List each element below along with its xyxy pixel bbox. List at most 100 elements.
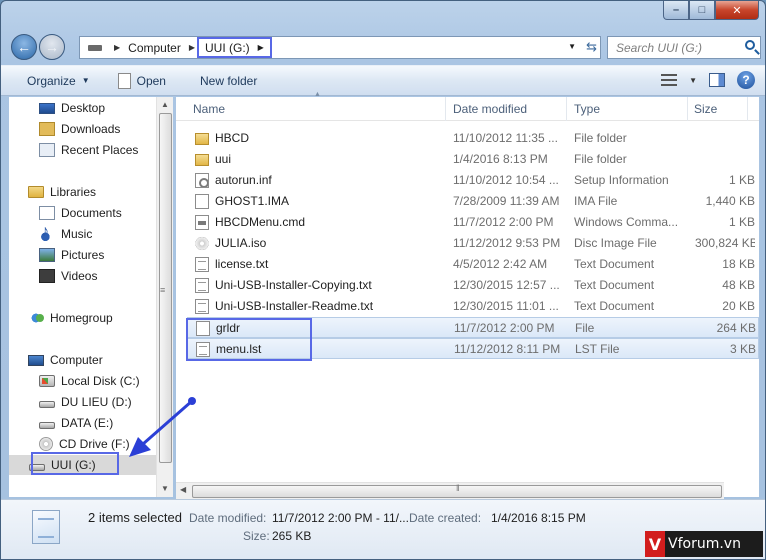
column-type[interactable]: Type	[568, 97, 688, 121]
back-button[interactable]: ←	[11, 34, 37, 60]
nav-item-data-e[interactable]: DATA (E:)	[39, 413, 113, 433]
nav-item-label: DU LIEU (D:)	[61, 395, 132, 409]
column-date-modified[interactable]: Date modified	[447, 97, 567, 121]
organize-button[interactable]: Organize ▼	[19, 66, 98, 95]
nav-item-videos[interactable]: Videos	[39, 266, 97, 286]
file-date-modified: 11/12/2012 8:11 PM	[454, 342, 561, 356]
file-size: 48 KB	[722, 278, 755, 292]
new-folder-button[interactable]: New folder	[192, 66, 265, 95]
file-type: Text Document	[574, 257, 655, 271]
file-list: ▲ Name Date modified Type Size HBCD 11/10…	[176, 91, 759, 497]
file-name: JULIA.iso	[215, 236, 267, 250]
file-row[interactable]: license.txt 4/5/2012 2:42 AM Text Document…	[187, 254, 759, 275]
nav-item-computer[interactable]: Computer	[28, 350, 103, 370]
nav-highlight-box	[31, 452, 119, 475]
change-view-icon[interactable]	[661, 74, 678, 86]
file-row[interactable]: HBCD 11/10/2012 11:35 ... File folder	[187, 128, 759, 149]
file-row[interactable]: Uni-USB-Installer-Copying.txt 12/30/2015 …	[187, 275, 759, 296]
breadcrumb-arrow-icon[interactable]: ▶	[189, 43, 195, 52]
file-row[interactable]: uui 1/4/2016 8:13 PM File folder	[187, 149, 759, 170]
file-size: 3 KB	[729, 342, 756, 356]
nav-item-label: Local Disk (C:)	[61, 374, 140, 388]
column-name[interactable]: Name	[187, 97, 446, 121]
breadcrumb-computer[interactable]: Computer	[126, 41, 183, 55]
size-label: Size:	[243, 529, 270, 543]
refresh-icon[interactable]: ⇆	[586, 39, 597, 55]
nav-item-pictures[interactable]: Pictures	[39, 245, 104, 265]
breadcrumb-current[interactable]: UUI (G:) ▶	[197, 37, 272, 58]
address-bar[interactable]: ▶ Computer ▶ UUI (G:) ▶ ▼ ⇆	[79, 36, 601, 59]
nav-item-desktop[interactable]: Desktop	[39, 98, 105, 118]
scroll-down-icon[interactable]: ▼	[161, 484, 169, 493]
nav-item-du-lieu-d[interactable]: DU LIEU (D:)	[39, 392, 132, 412]
size-value: 265 KB	[272, 529, 312, 543]
desktop-icon	[39, 102, 55, 114]
close-button[interactable]: ✕	[715, 1, 759, 20]
file-row[interactable]: GHOST1.IMA 7/28/2009 11:39 AM IMA File 1,44…	[187, 191, 759, 212]
file-name: Uni-USB-Installer-Copying.txt	[215, 278, 372, 292]
drive-icon	[39, 421, 55, 429]
file-icon	[195, 299, 209, 314]
system-drive-icon	[39, 375, 55, 387]
search-placeholder: Search UUI (G:)	[616, 40, 703, 55]
file-icon	[195, 257, 209, 272]
scroll-grip-icon: ≡	[160, 285, 166, 295]
file-size: 20 KB	[722, 299, 755, 313]
nav-item-cd-drive-f[interactable]: CD Drive (F:)	[39, 434, 130, 454]
scroll-up-icon[interactable]: ▲	[161, 100, 169, 109]
file-size: 300,824 KB	[695, 236, 755, 250]
address-dropdown-icon[interactable]: ▼	[568, 42, 576, 51]
file-date-modified: 11/10/2012 11:35 ...	[453, 131, 558, 145]
file-row[interactable]: autorun.inf 11/10/2012 10:54 ... Setup Inf…	[187, 170, 759, 191]
horizontal-scrollbar[interactable]: ◀ ‖	[176, 482, 724, 499]
nav-item-downloads[interactable]: Downloads	[39, 119, 120, 139]
view-options-chevron-icon[interactable]: ▼	[689, 76, 697, 85]
nav-item-label: Videos	[61, 269, 98, 283]
file-row[interactable]: Uni-USB-Installer-Readme.txt 12/30/2015 1…	[187, 296, 759, 317]
recent-places-icon	[39, 143, 55, 157]
nav-item-label: DATA (E:)	[61, 416, 114, 430]
nav-scrollbar[interactable]: ▲ ≡ ▼	[156, 97, 173, 497]
column-size[interactable]: Size	[688, 97, 748, 121]
file-type: Windows Comma...	[574, 215, 679, 229]
cd-drive-icon	[39, 437, 53, 451]
explorer-window: – □ ✕ ← → ▶ Computer ▶ UUI (G:) ▶ ▼ ⇆ Sea…	[0, 0, 766, 560]
file-row[interactable]: JULIA.iso 11/12/2012 9:53 PM Disc Image Fi…	[187, 233, 759, 254]
search-icon[interactable]	[745, 40, 755, 50]
open-button[interactable]: Open	[110, 66, 174, 95]
file-row[interactable]: HBCDMenu.cmd 11/7/2012 2:00 PM Windows Com…	[187, 212, 759, 233]
file-name: HBCDMenu.cmd	[215, 215, 306, 229]
file-size: 264 KB	[716, 321, 756, 335]
minimize-button[interactable]: –	[663, 1, 689, 20]
file-type: Text Document	[574, 278, 655, 292]
file-date-modified: 7/28/2009 11:39 AM	[453, 194, 560, 208]
file-name: HBCD	[215, 131, 250, 145]
nav-item-homegroup[interactable]: Homegroup	[28, 308, 113, 328]
forward-button[interactable]: →	[39, 34, 65, 60]
folder-icon	[195, 133, 209, 145]
nav-item-music[interactable]: Music	[39, 223, 92, 244]
address-row: ← → ▶ Computer ▶ UUI (G:) ▶ ▼ ⇆ Search UU…	[9, 34, 761, 60]
file-size: 1,440 KB	[705, 194, 755, 208]
file-date-modified: 1/4/2016 8:13 PM	[453, 152, 548, 166]
nav-item-documents[interactable]: Documents	[39, 203, 122, 223]
search-input[interactable]: Search UUI (G:)	[607, 36, 761, 59]
nav-item-label: Computer	[50, 353, 103, 367]
nav-item-label: Documents	[61, 206, 122, 220]
maximize-button[interactable]: □	[689, 1, 715, 20]
nav-item-local-disk-c[interactable]: Local Disk (C:)	[39, 371, 140, 391]
breadcrumb-arrow-icon[interactable]: ▶	[258, 43, 264, 52]
breadcrumb-arrow-icon[interactable]: ▶	[114, 43, 120, 52]
nav-item-libraries[interactable]: Libraries	[28, 182, 96, 202]
navigation-pane: Desktop Downloads Recent Places Librarie…	[9, 97, 156, 497]
help-icon[interactable]: ?	[737, 71, 755, 89]
nav-item-recent-places[interactable]: Recent Places	[39, 140, 138, 160]
scroll-left-icon[interactable]: ◀	[180, 485, 186, 494]
file-icon	[195, 236, 209, 251]
file-size: 18 KB	[722, 257, 755, 271]
videos-icon	[39, 269, 55, 283]
open-file-icon	[117, 72, 131, 89]
preview-pane-icon[interactable]	[709, 73, 725, 87]
file-date-modified: 11/12/2012 9:53 PM	[453, 236, 561, 250]
drive-icon	[39, 400, 55, 408]
